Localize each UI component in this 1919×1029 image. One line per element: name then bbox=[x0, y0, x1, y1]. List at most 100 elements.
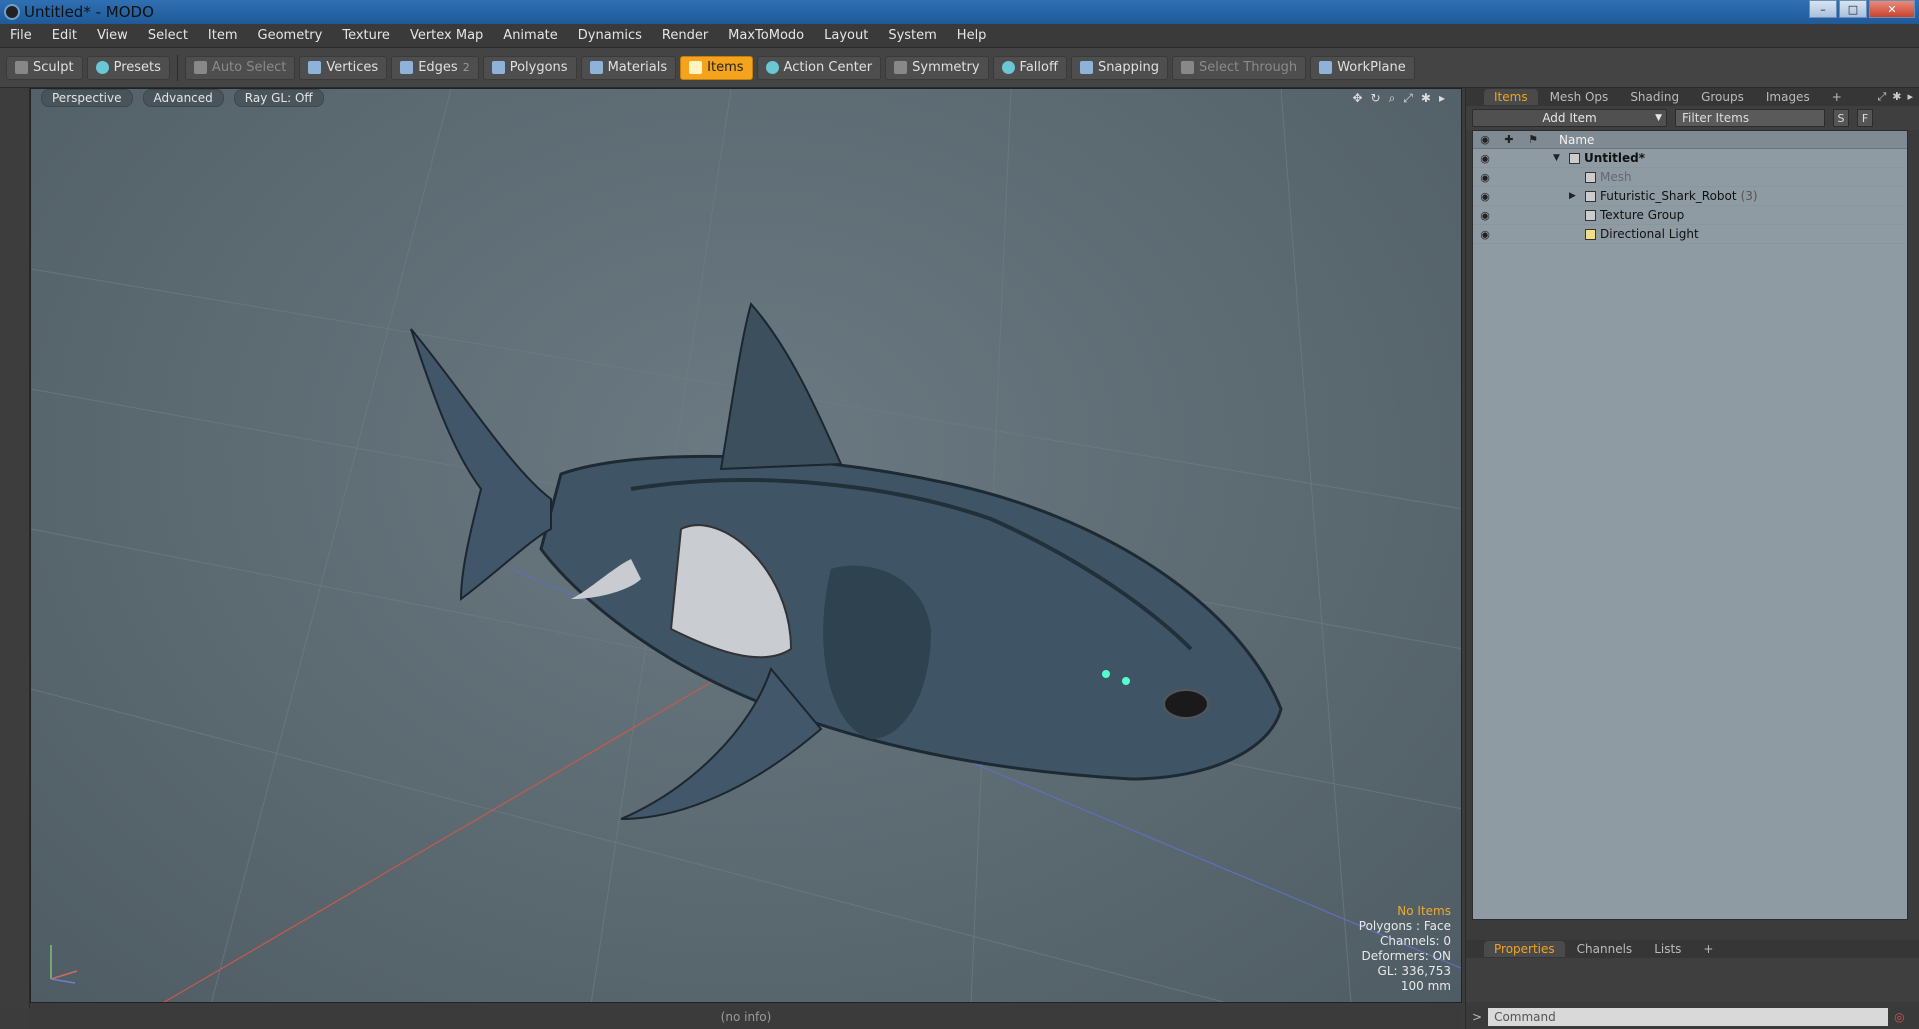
materials-button[interactable]: Materials bbox=[580, 55, 677, 80]
chevron-down-icon: ▼ bbox=[1655, 113, 1662, 123]
tree-row-mesh[interactable]: ◉ Mesh bbox=[1473, 168, 1907, 187]
tree-row-directional-light[interactable]: ◉ Directional Light bbox=[1473, 225, 1907, 244]
viewport-info-hud: No Items Polygons : Face Channels: 0 Def… bbox=[1359, 904, 1451, 994]
tree-row-scene[interactable]: ◉ ▼ Untitled* bbox=[1473, 149, 1907, 168]
tab-groups[interactable]: Groups bbox=[1691, 89, 1754, 105]
axis-gizmo bbox=[45, 941, 85, 988]
group-icon bbox=[1585, 209, 1596, 221]
items-toolbar: Add Item ▼ Filter Items S F bbox=[1466, 106, 1919, 130]
menu-edit[interactable]: Edit bbox=[42, 28, 87, 43]
action-center-icon bbox=[765, 61, 779, 74]
rotate-icon[interactable]: ↻ bbox=[1371, 91, 1381, 106]
auto-select-icon bbox=[193, 61, 207, 74]
mesh-icon bbox=[1585, 171, 1596, 183]
falloff-icon bbox=[1001, 61, 1015, 74]
right-panel: Items Mesh Ops Shading Groups Images + ⤢… bbox=[1465, 88, 1919, 1029]
eye-icon[interactable]: ◉ bbox=[1473, 228, 1497, 241]
menu-geometry[interactable]: Geometry bbox=[248, 28, 333, 43]
view-type-tab[interactable]: Perspective bbox=[41, 89, 133, 107]
tab-items[interactable]: Items bbox=[1484, 89, 1538, 105]
tab-lists[interactable]: Lists bbox=[1644, 941, 1691, 957]
workplane-button[interactable]: WorkPlane bbox=[1310, 55, 1415, 80]
tree-row-texture-group[interactable]: ◉ Texture Group bbox=[1473, 206, 1907, 225]
render-column-icon[interactable]: ⚑ bbox=[1521, 133, 1545, 146]
falloff-button[interactable]: Falloff bbox=[992, 55, 1067, 80]
items-button[interactable]: Items bbox=[680, 55, 753, 80]
title-bar: Untitled* - MODO – □ ✕ bbox=[0, 0, 1919, 24]
viewport-status-bar: (no info) bbox=[30, 1005, 1462, 1029]
s-button[interactable]: S bbox=[1833, 109, 1849, 127]
edges-count: 2 bbox=[462, 61, 470, 74]
name-column-header[interactable]: Name bbox=[1545, 133, 1594, 147]
menu-select[interactable]: Select bbox=[138, 28, 198, 43]
menu-dynamics[interactable]: Dynamics bbox=[568, 28, 652, 43]
light-icon bbox=[1585, 228, 1596, 240]
symmetry-button[interactable]: Symmetry bbox=[885, 55, 989, 80]
add-tab-button[interactable]: + bbox=[1822, 89, 1852, 105]
menu-view[interactable]: View bbox=[87, 28, 138, 43]
menu-maxtomodo[interactable]: MaxToModo bbox=[718, 28, 814, 43]
add-item-dropdown[interactable]: Add Item ▼ bbox=[1472, 109, 1667, 127]
add-properties-tab-button[interactable]: + bbox=[1693, 941, 1723, 957]
presets-button[interactable]: Presets bbox=[86, 55, 170, 80]
items-panel-tabs: Items Mesh Ops Shading Groups Images + bbox=[1466, 88, 1919, 106]
edges-button[interactable]: Edges 2 bbox=[391, 55, 479, 80]
menu-layout[interactable]: Layout bbox=[814, 28, 878, 43]
viewport-nav-icons: ✥ ↻ ⌕ ⤢ ✱ ▸ bbox=[1352, 91, 1445, 106]
shark-robot-model bbox=[410, 301, 1283, 820]
zoom-icon[interactable]: ⌕ bbox=[1389, 91, 1396, 106]
f-button[interactable]: F bbox=[1857, 109, 1873, 127]
filter-items-input[interactable]: Filter Items bbox=[1675, 109, 1825, 127]
action-center-button[interactable]: Action Center bbox=[756, 55, 882, 80]
stop-icon[interactable]: ◎ bbox=[1894, 1010, 1904, 1024]
tree-row-shark-robot[interactable]: ◉ ▶ Futuristic_Shark_Robot (3) bbox=[1473, 187, 1907, 206]
tab-mesh-ops[interactable]: Mesh Ops bbox=[1540, 89, 1619, 105]
fit-icon[interactable]: ⤢ bbox=[1403, 91, 1413, 106]
polygons-info: Polygons : Face bbox=[1358, 919, 1451, 933]
3d-viewport[interactable]: Perspective Advanced Ray GL: Off ✥ ↻ ⌕ ⤢… bbox=[30, 88, 1462, 1003]
items-icon bbox=[689, 61, 703, 74]
tree-header: ◉ ✚ ⚑ Name bbox=[1473, 131, 1907, 149]
eye-icon[interactable]: ◉ bbox=[1473, 209, 1497, 222]
snapping-button[interactable]: Snapping bbox=[1070, 55, 1169, 80]
command-input[interactable]: Command bbox=[1488, 1008, 1889, 1026]
sculpt-button[interactable]: Sculpt bbox=[6, 55, 83, 80]
expand-arrow-icon[interactable]: ▼ bbox=[1553, 153, 1565, 163]
menu-file[interactable]: File bbox=[0, 28, 42, 43]
minimize-button[interactable]: – bbox=[1809, 0, 1837, 18]
menu-help[interactable]: Help bbox=[947, 28, 997, 43]
panel-gear-icon[interactable]: ✱ bbox=[1892, 90, 1901, 104]
tab-images[interactable]: Images bbox=[1756, 89, 1820, 105]
pan-icon[interactable]: ✥ bbox=[1352, 91, 1362, 106]
vertices-button[interactable]: Vertices bbox=[299, 55, 388, 80]
menu-item[interactable]: Item bbox=[198, 28, 248, 43]
eye-icon[interactable]: ◉ bbox=[1473, 152, 1497, 165]
polygons-button[interactable]: Polygons bbox=[482, 55, 577, 80]
tab-shading[interactable]: Shading bbox=[1620, 89, 1689, 105]
panel-arrow-icon[interactable]: ▸ bbox=[1907, 90, 1913, 104]
visibility-column-icon[interactable]: ◉ bbox=[1473, 133, 1497, 146]
menu-animate[interactable]: Animate bbox=[493, 28, 567, 43]
expand-arrow-icon[interactable]: ▸ bbox=[1439, 91, 1445, 106]
tab-properties[interactable]: Properties bbox=[1484, 941, 1565, 957]
close-button[interactable]: ✕ bbox=[1869, 0, 1915, 18]
menu-render[interactable]: Render bbox=[652, 28, 718, 43]
auto-select-button[interactable]: Auto Select bbox=[184, 55, 296, 80]
eye-icon[interactable]: ◉ bbox=[1473, 190, 1497, 203]
shading-mode-tab[interactable]: Advanced bbox=[142, 89, 224, 107]
eye-icon[interactable]: ◉ bbox=[1473, 171, 1497, 184]
select-through-button[interactable]: Select Through bbox=[1172, 55, 1307, 80]
menu-vertex-map[interactable]: Vertex Map bbox=[400, 28, 493, 43]
item-list-tree: ◉ ✚ ⚑ Name ◉ ▼ Untitled* ◉ Mesh ◉ ▶ Futu… bbox=[1472, 130, 1908, 920]
menu-system[interactable]: System bbox=[878, 28, 946, 43]
tab-channels[interactable]: Channels bbox=[1567, 941, 1643, 957]
group-icon bbox=[1585, 190, 1596, 202]
gear-icon[interactable]: ✱ bbox=[1421, 91, 1431, 106]
window-title: Untitled* - MODO bbox=[24, 3, 154, 21]
maximize-button[interactable]: □ bbox=[1839, 0, 1867, 18]
menu-texture[interactable]: Texture bbox=[332, 28, 400, 43]
expand-arrow-icon[interactable]: ▶ bbox=[1569, 191, 1581, 201]
ray-gl-tab[interactable]: Ray GL: Off bbox=[233, 89, 324, 107]
lock-column-icon[interactable]: ✚ bbox=[1497, 133, 1521, 146]
popout-icon[interactable]: ⤢ bbox=[1877, 90, 1886, 104]
